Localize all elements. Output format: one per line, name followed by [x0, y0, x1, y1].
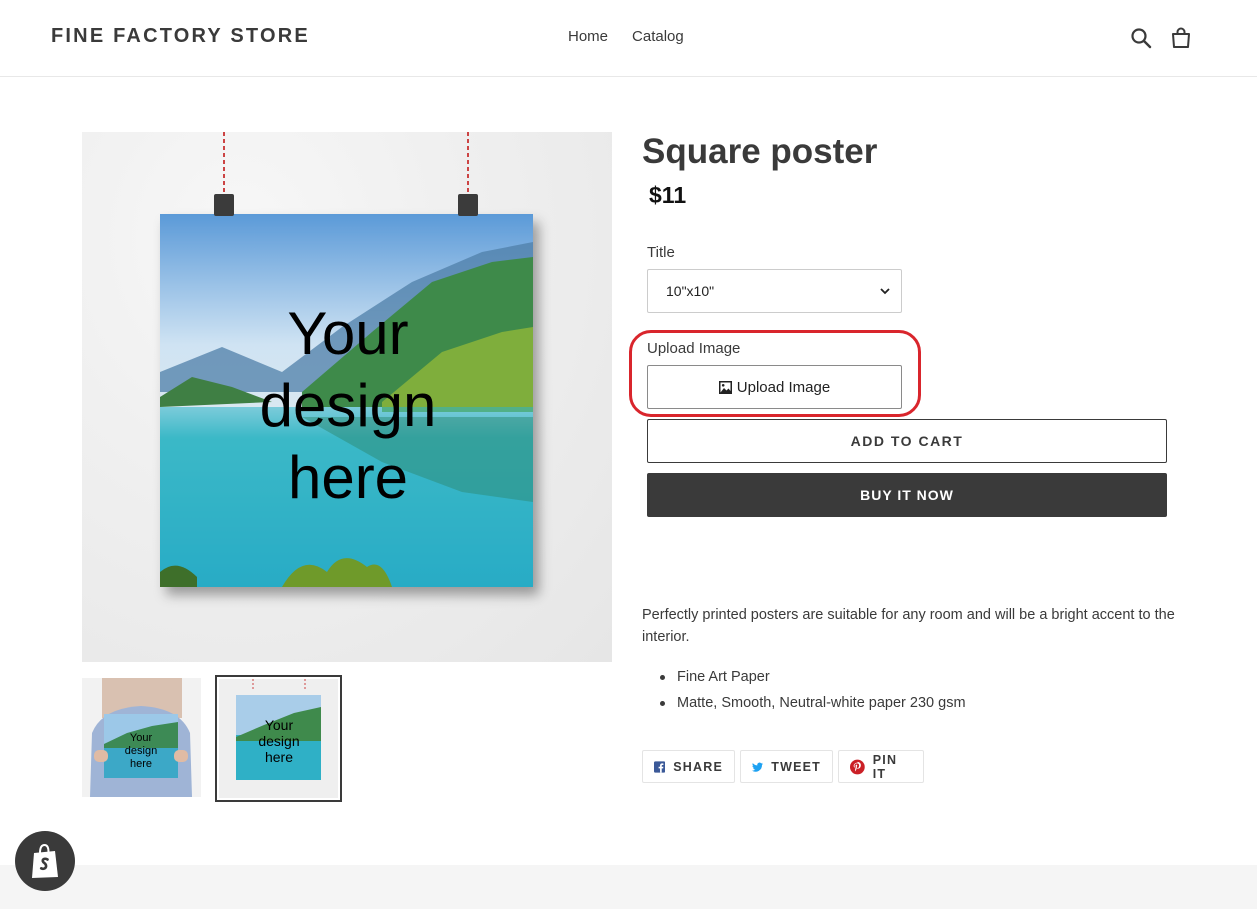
- share-facebook-label: SHARE: [673, 759, 723, 774]
- upload-image-label: Upload Image: [647, 340, 741, 357]
- feature-item: Fine Art Paper: [660, 666, 966, 692]
- product-main-image[interactable]: Your design here: [82, 132, 612, 662]
- title-select[interactable]: 10"x10": [647, 269, 902, 313]
- store-logo[interactable]: FINE FACTORY STORE: [51, 25, 310, 48]
- thumb1-text-3: here: [130, 758, 152, 770]
- twitter-icon: [752, 762, 763, 772]
- site-footer: [0, 865, 1257, 909]
- chevron-down-icon: [880, 288, 890, 295]
- buy-it-now-button[interactable]: BUY IT NOW: [647, 473, 1167, 517]
- thumb2-text-2: design: [258, 733, 299, 749]
- title-select-value: 10"x10": [666, 283, 715, 299]
- cart-icon[interactable]: [1169, 26, 1193, 50]
- image-icon: [718, 380, 732, 394]
- search-icon[interactable]: [1129, 26, 1153, 50]
- site-header: FINE FACTORY STORE Home Catalog: [0, 0, 1257, 77]
- thumb2-text-1: Your: [265, 717, 294, 733]
- add-to-cart-button[interactable]: ADD TO CART: [647, 419, 1167, 463]
- nav-catalog-link[interactable]: Catalog: [632, 28, 684, 45]
- product-title: Square poster: [642, 132, 878, 171]
- pinterest-icon: [850, 759, 865, 774]
- share-twitter-button[interactable]: TWEET: [740, 750, 833, 783]
- facebook-icon: [654, 760, 666, 773]
- product-thumbnail-1[interactable]: Your design here: [82, 678, 201, 797]
- feature-list: Fine Art Paper Matte, Smooth, Neutral-wh…: [660, 666, 966, 718]
- nav-home-link[interactable]: Home: [568, 28, 608, 45]
- option-label: Title: [647, 244, 675, 261]
- shopify-bag-icon[interactable]: [15, 831, 75, 891]
- upload-image-button-label: Upload Image: [736, 378, 831, 396]
- product-description: Perfectly printed posters are suitable f…: [642, 607, 1175, 645]
- share-pinterest-label: PIN IT: [872, 752, 898, 781]
- thumb1-text-2: design: [125, 745, 157, 757]
- product-thumbnail-2[interactable]: Your design here: [215, 675, 342, 802]
- share-facebook-button[interactable]: SHARE: [642, 750, 735, 783]
- upload-image-button[interactable]: Upload Image: [647, 365, 902, 409]
- thumb2-text-3: here: [265, 749, 293, 765]
- share-pinterest-button[interactable]: PIN IT: [838, 750, 924, 783]
- product-price: $11: [649, 182, 687, 208]
- share-twitter-label: TWEET: [771, 759, 821, 774]
- image-text-line-3: here: [288, 444, 408, 511]
- image-text-line-1: Your: [287, 300, 408, 367]
- image-text-line-2: design: [260, 372, 437, 439]
- feature-item: Matte, Smooth, Neutral-white paper 230 g…: [660, 692, 966, 718]
- thumb1-text-1: Your: [130, 732, 153, 744]
- main-nav: Home Catalog: [568, 28, 684, 45]
